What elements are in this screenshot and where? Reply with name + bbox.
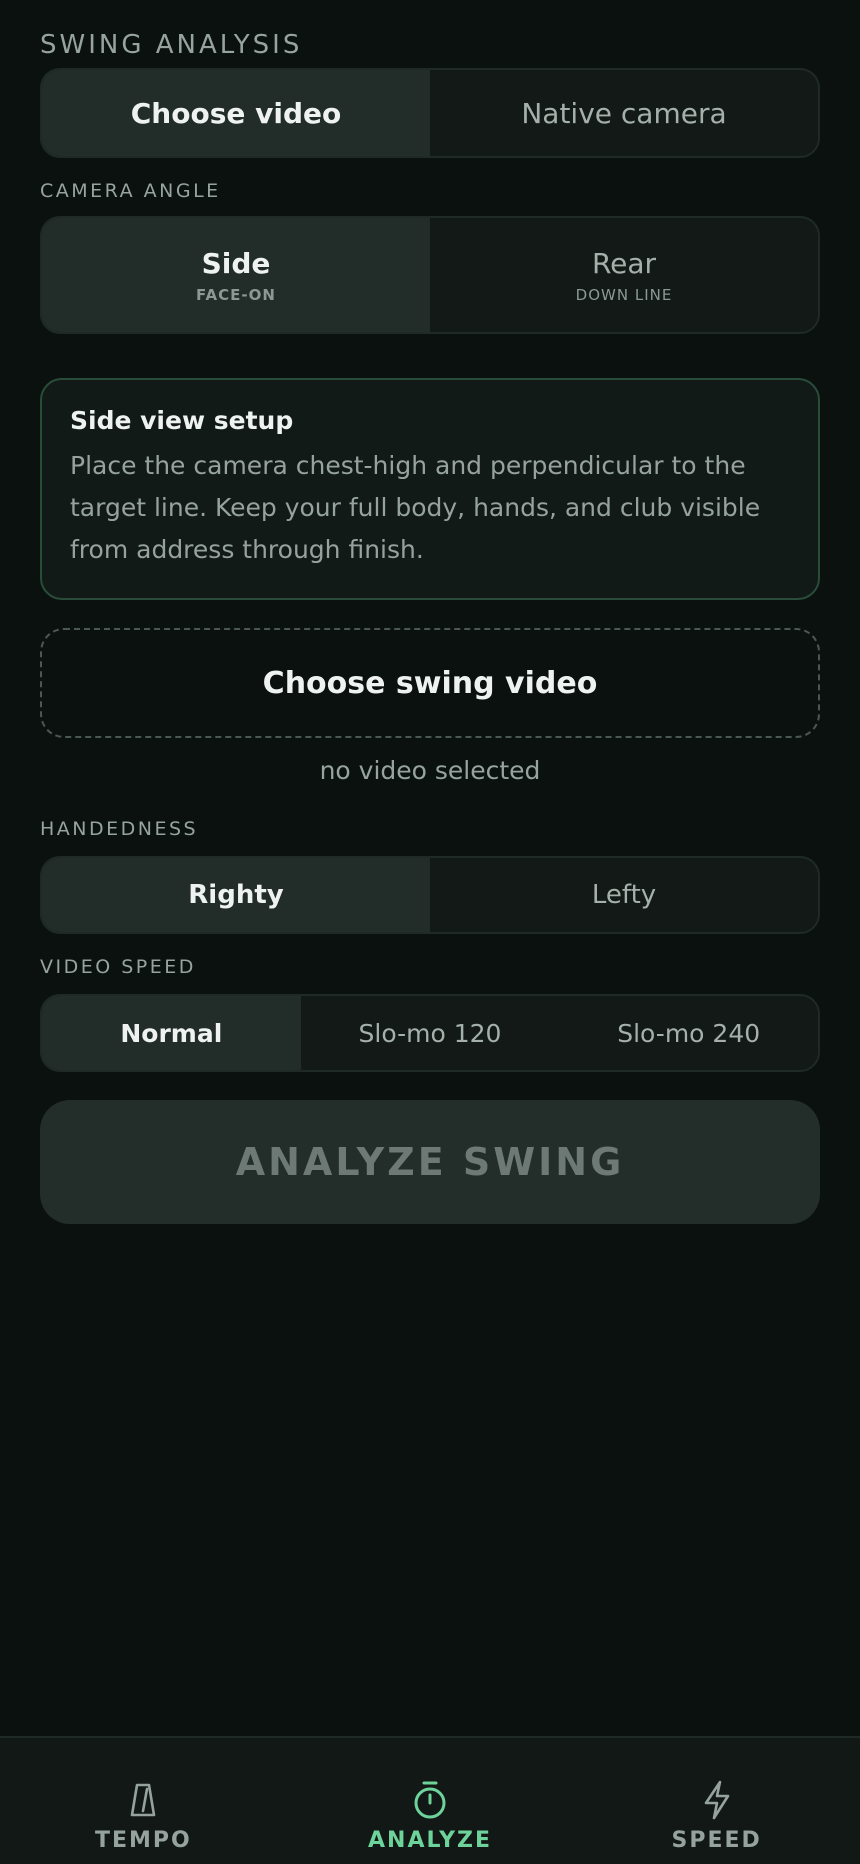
nav-analyze-label: ANALYZE — [368, 1828, 492, 1853]
video-selection-status: no video selected — [319, 756, 541, 785]
nav-tempo-label: TEMPO — [94, 1828, 192, 1853]
camera-angle-toggle: Side FACE-ON Rear DOWN LINE — [40, 216, 820, 334]
lefty-label: Lefty — [591, 880, 657, 910]
slomo-240-label: Slo-mo 240 — [617, 1018, 761, 1048]
side-angle-label: Side — [201, 246, 271, 280]
slomo-120-label: Slo-mo 120 — [358, 1018, 502, 1048]
choose-swing-video-button[interactable]: Choose swing video — [40, 628, 820, 738]
analyze-swing-button[interactable]: ANALYZE SWING — [40, 1100, 820, 1224]
slomo-240-option[interactable]: Slo-mo 240 — [559, 996, 818, 1070]
stopwatch-icon — [410, 1780, 450, 1820]
metronome-icon — [123, 1780, 163, 1820]
side-angle-sublabel: FACE-ON — [196, 285, 276, 304]
source-toggle: Choose video Native camera — [40, 68, 820, 158]
video-speed-label: VIDEO SPEED — [40, 956, 196, 978]
page-title: SWING ANALYSIS — [40, 30, 303, 60]
native-camera-option[interactable]: Native camera — [430, 70, 818, 156]
slomo-120-option[interactable]: Slo-mo 120 — [301, 996, 560, 1070]
swing-analysis-screen: SWING ANALYSIS Choose video Native camer… — [0, 0, 860, 1864]
lefty-option[interactable]: Lefty — [430, 858, 818, 932]
lightning-icon — [697, 1780, 737, 1820]
rear-angle-label: Rear — [591, 246, 657, 280]
normal-speed-label: Normal — [120, 1018, 223, 1048]
setup-card-body: Place the camera chest-high and perpendi… — [70, 451, 761, 564]
side-angle-option[interactable]: Side FACE-ON — [42, 218, 430, 332]
nav-tab-analyze[interactable]: ANALYZE — [287, 1738, 574, 1864]
rear-angle-option[interactable]: Rear DOWN LINE — [430, 218, 818, 332]
choose-video-option[interactable]: Choose video — [42, 70, 430, 156]
righty-option[interactable]: Righty — [42, 858, 430, 932]
setup-card-title: Side view setup — [70, 406, 294, 435]
normal-speed-option[interactable]: Normal — [42, 996, 301, 1070]
choose-video-label: Choose video — [130, 96, 342, 130]
camera-angle-label: CAMERA ANGLE — [40, 180, 221, 202]
nav-tab-tempo[interactable]: TEMPO — [0, 1738, 287, 1864]
nav-tab-speed[interactable]: SPEED — [573, 1738, 860, 1864]
native-camera-label: Native camera — [521, 96, 727, 130]
video-speed-toggle: Normal Slo-mo 120 Slo-mo 240 — [40, 994, 820, 1072]
handedness-toggle: Righty Lefty — [40, 856, 820, 934]
righty-label: Righty — [188, 880, 284, 910]
bottom-nav: TEMPO ANALYZE SPEED — [0, 1736, 860, 1864]
rear-angle-sublabel: DOWN LINE — [575, 285, 673, 304]
nav-speed-label: SPEED — [671, 1828, 762, 1853]
handedness-label: HANDEDNESS — [40, 818, 199, 840]
setup-info-card: Side view setup Place the camera chest-h… — [40, 378, 820, 600]
